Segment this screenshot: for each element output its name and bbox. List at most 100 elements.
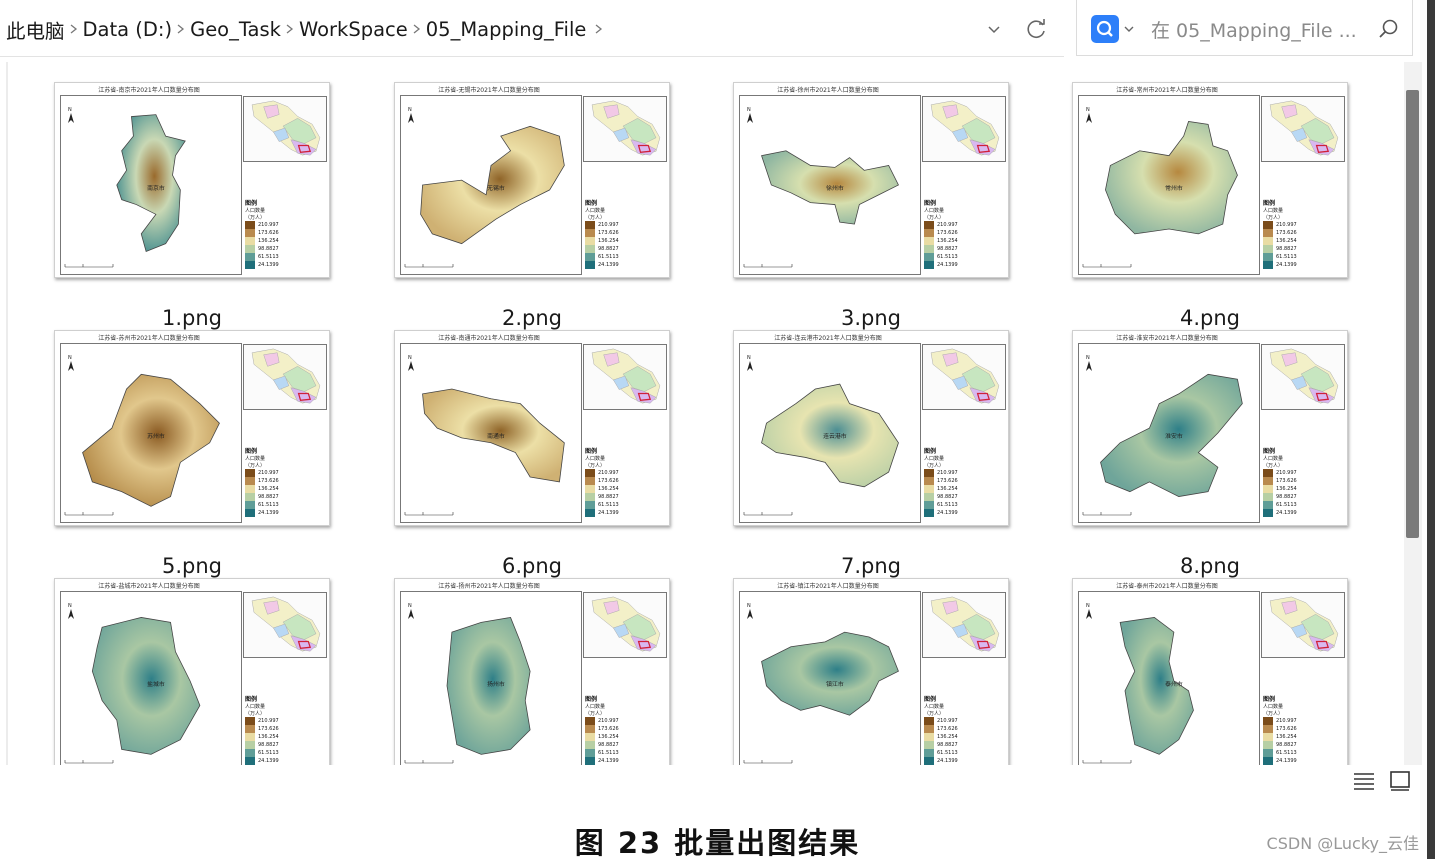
file-thumbnail[interactable]: 江苏省-南通市2021年人口数量分布图 南通市 N 图例 人口数量 （万人） 210.997… [394,330,670,526]
svg-text:泰州市: 泰州市 [1165,680,1183,688]
chevron-down-icon[interactable] [984,18,1004,40]
legend-swatch [924,509,934,517]
file-item[interactable]: 江苏省-扬州市2021年人口数量分布图 扬州市 N 图例 人口数量 （万人） 210.997… [394,578,670,765]
file-name[interactable]: 2.png [394,306,670,330]
breadcrumb-mapping-file[interactable]: 05_Mapping_File [426,18,587,41]
scale-bar [1082,512,1132,516]
file-item[interactable]: 江苏省-南通市2021年人口数量分布图 南通市 N 图例 人口数量 （万人） 210.997… [394,330,670,578]
file-item[interactable]: 江苏省-盐城市2021年人口数量分布图 盐城市 N 图例 人口数量 （万人） 210.997… [54,578,330,765]
city-map: 无锡市 [420,125,565,245]
legend-entry: 24.1399 [245,261,329,269]
chevron-right-icon[interactable] [172,15,190,43]
file-thumbnail[interactable]: 江苏省-连云港市2021年人口数量分布图 连云港市 N 图例 人口数量 （万人） 210.9… [733,330,1009,526]
file-name[interactable]: 4.png [1072,306,1348,330]
legend-entry: 61.5113 [245,749,329,757]
chevron-right-icon[interactable] [590,15,608,43]
breadcrumb-geo-task[interactable]: Geo_Task [190,18,281,41]
legend-entry: 98.8827 [585,245,669,253]
file-name[interactable]: 1.png [54,306,330,330]
file-thumbnail[interactable]: 江苏省-扬州市2021年人口数量分布图 扬州市 N 图例 人口数量 （万人） 210.997… [394,578,670,765]
chevron-down-icon[interactable] [1123,22,1135,36]
refresh-icon[interactable] [1022,14,1050,44]
file-thumbnail[interactable]: 江苏省-南京市2021年人口数量分布图 南京市 N 图例 人口数量 （万人） 210.997… [54,82,330,278]
legend-value: 136.254 [937,734,958,740]
file-item[interactable]: 江苏省-淮安市2021年人口数量分布图 淮安市 N 图例 人口数量 （万人） 210.997… [1072,330,1348,578]
file-item[interactable]: 江苏省-镇江市2021年人口数量分布图 镇江市 N 图例 人口数量 （万人） 210.997… [733,578,1009,765]
file-name[interactable]: 6.png [394,554,670,578]
legend-entry: 136.254 [585,485,669,493]
legend-swatch [924,501,934,509]
legend-entry: 210.997 [585,221,669,229]
legend-field: 人口数量 [1263,208,1284,214]
chevron-right-icon[interactable] [281,15,299,43]
svg-text:淮安市: 淮安市 [1165,432,1183,440]
legend-entry: 24.1399 [1263,757,1347,765]
legend-swatch [924,469,934,477]
svg-text:南通市: 南通市 [487,432,505,440]
north-arrow-icon: N [68,355,74,371]
legend-heading: 图例 [924,200,937,207]
legend-entry: 24.1399 [924,261,1008,269]
search-icon[interactable] [1377,17,1401,41]
file-thumbnail[interactable]: 江苏省-徐州市2021年人口数量分布图 徐州市 N 图例 人口数量 （万人） 210.997… [733,82,1009,278]
file-name[interactable]: 5.png [54,554,330,578]
province-inset-map [1261,344,1345,410]
map-legend: 图例 人口数量 （万人） 210.997 173.626 136.254 98.8827 61… [924,446,1008,526]
svg-text:南京市: 南京市 [147,184,165,192]
breadcrumb-workspace[interactable]: WorkSpace [299,18,408,41]
legend-entry: 210.997 [1263,469,1347,477]
svg-text:N: N [1086,355,1090,361]
map-title: 江苏省-扬州市2021年人口数量分布图 [438,583,540,590]
province-inset-map [1261,96,1345,162]
legend-value: 98.8827 [1276,742,1297,748]
legend-swatch [245,509,255,517]
legend-value: 24.1399 [937,758,958,764]
legend-value: 210.997 [937,222,958,228]
legend-swatch [585,237,595,245]
breadcrumb-this-pc[interactable]: 此电脑 [6,15,65,44]
file-item[interactable]: 江苏省-无锡市2021年人口数量分布图 无锡市 N 图例 人口数量 （万人） 210.997… [394,82,670,330]
search-box[interactable]: 在 05_Mapping_File ... [1076,0,1413,56]
file-thumbnail[interactable]: 江苏省-淮安市2021年人口数量分布图 淮安市 N 图例 人口数量 （万人） 210.997… [1072,330,1348,526]
file-item[interactable]: 江苏省-连云港市2021年人口数量分布图 连云港市 N 图例 人口数量 （万人） 210.9… [733,330,1009,578]
file-thumbnail[interactable]: 江苏省-镇江市2021年人口数量分布图 镇江市 N 图例 人口数量 （万人） 210.997… [733,578,1009,765]
map-title: 江苏省-盐城市2021年人口数量分布图 [98,583,200,590]
chevron-right-icon[interactable] [408,15,426,43]
province-inset-map [243,96,327,162]
legend-heading: 图例 [245,200,258,207]
file-name[interactable]: 8.png [1072,554,1348,578]
legend-value: 173.626 [598,230,619,236]
scrollbar-thumb[interactable] [1406,90,1419,538]
legend-swatch [1263,733,1273,741]
legend-swatch [585,501,595,509]
file-item[interactable]: 江苏省-徐州市2021年人口数量分布图 徐州市 N 图例 人口数量 （万人） 210.997… [733,82,1009,330]
legend-value: 98.8827 [1276,246,1297,252]
svg-text:镇江市: 镇江市 [826,680,844,688]
legend-entry: 210.997 [245,717,329,725]
file-thumbnail[interactable]: 江苏省-常州市2021年人口数量分布图 常州市 N 图例 人口数量 （万人） 210.997… [1072,82,1348,278]
file-thumbnail[interactable]: 江苏省-苏州市2021年人口数量分布图 苏州市 N 图例 人口数量 （万人） 210.997… [54,330,330,526]
legend-swatch [1263,237,1273,245]
details-view-icon[interactable] [1352,770,1376,792]
search-input[interactable]: 在 05_Mapping_File ... [1151,16,1357,43]
file-name[interactable]: 7.png [733,554,1009,578]
chevron-right-icon[interactable] [65,15,83,43]
map-legend: 图例 人口数量 （万人） 210.997 173.626 136.254 98.8827 61… [245,694,329,765]
file-thumbnail[interactable]: 江苏省-盐城市2021年人口数量分布图 盐城市 N 图例 人口数量 （万人） 210.997… [54,578,330,765]
breadcrumb-data-drive[interactable]: Data (D:) [83,18,173,41]
file-item[interactable]: 江苏省-泰州市2021年人口数量分布图 泰州市 N 图例 人口数量 （万人） 210.997… [1072,578,1348,765]
file-item[interactable]: 江苏省-南京市2021年人口数量分布图 南京市 N 图例 人口数量 （万人） 210.997… [54,82,330,330]
search-scope-icon[interactable] [1091,15,1119,43]
legend-swatch [245,261,255,269]
file-thumbnail[interactable]: 江苏省-泰州市2021年人口数量分布图 泰州市 N 图例 人口数量 （万人） 210.997… [1072,578,1348,765]
large-icons-view-icon[interactable] [1388,770,1412,792]
file-item[interactable]: 江苏省-苏州市2021年人口数量分布图 苏州市 N 图例 人口数量 （万人） 210.997… [54,330,330,578]
legend-unit: （万人） [924,711,945,717]
file-thumbnail[interactable]: 江苏省-无锡市2021年人口数量分布图 无锡市 N 图例 人口数量 （万人） 210.997… [394,82,670,278]
legend-value: 98.8827 [598,494,619,500]
map-legend: 图例 人口数量 （万人） 210.997 173.626 136.254 98.8827 61… [245,198,329,278]
address-bar[interactable]: 此电脑 Data (D:) Geo_Task WorkSpace 05_Mapp… [0,0,1064,57]
file-name[interactable]: 3.png [733,306,1009,330]
legend-heading: 图例 [245,696,258,703]
file-item[interactable]: 江苏省-常州市2021年人口数量分布图 常州市 N 图例 人口数量 （万人） 210.997… [1072,82,1348,330]
